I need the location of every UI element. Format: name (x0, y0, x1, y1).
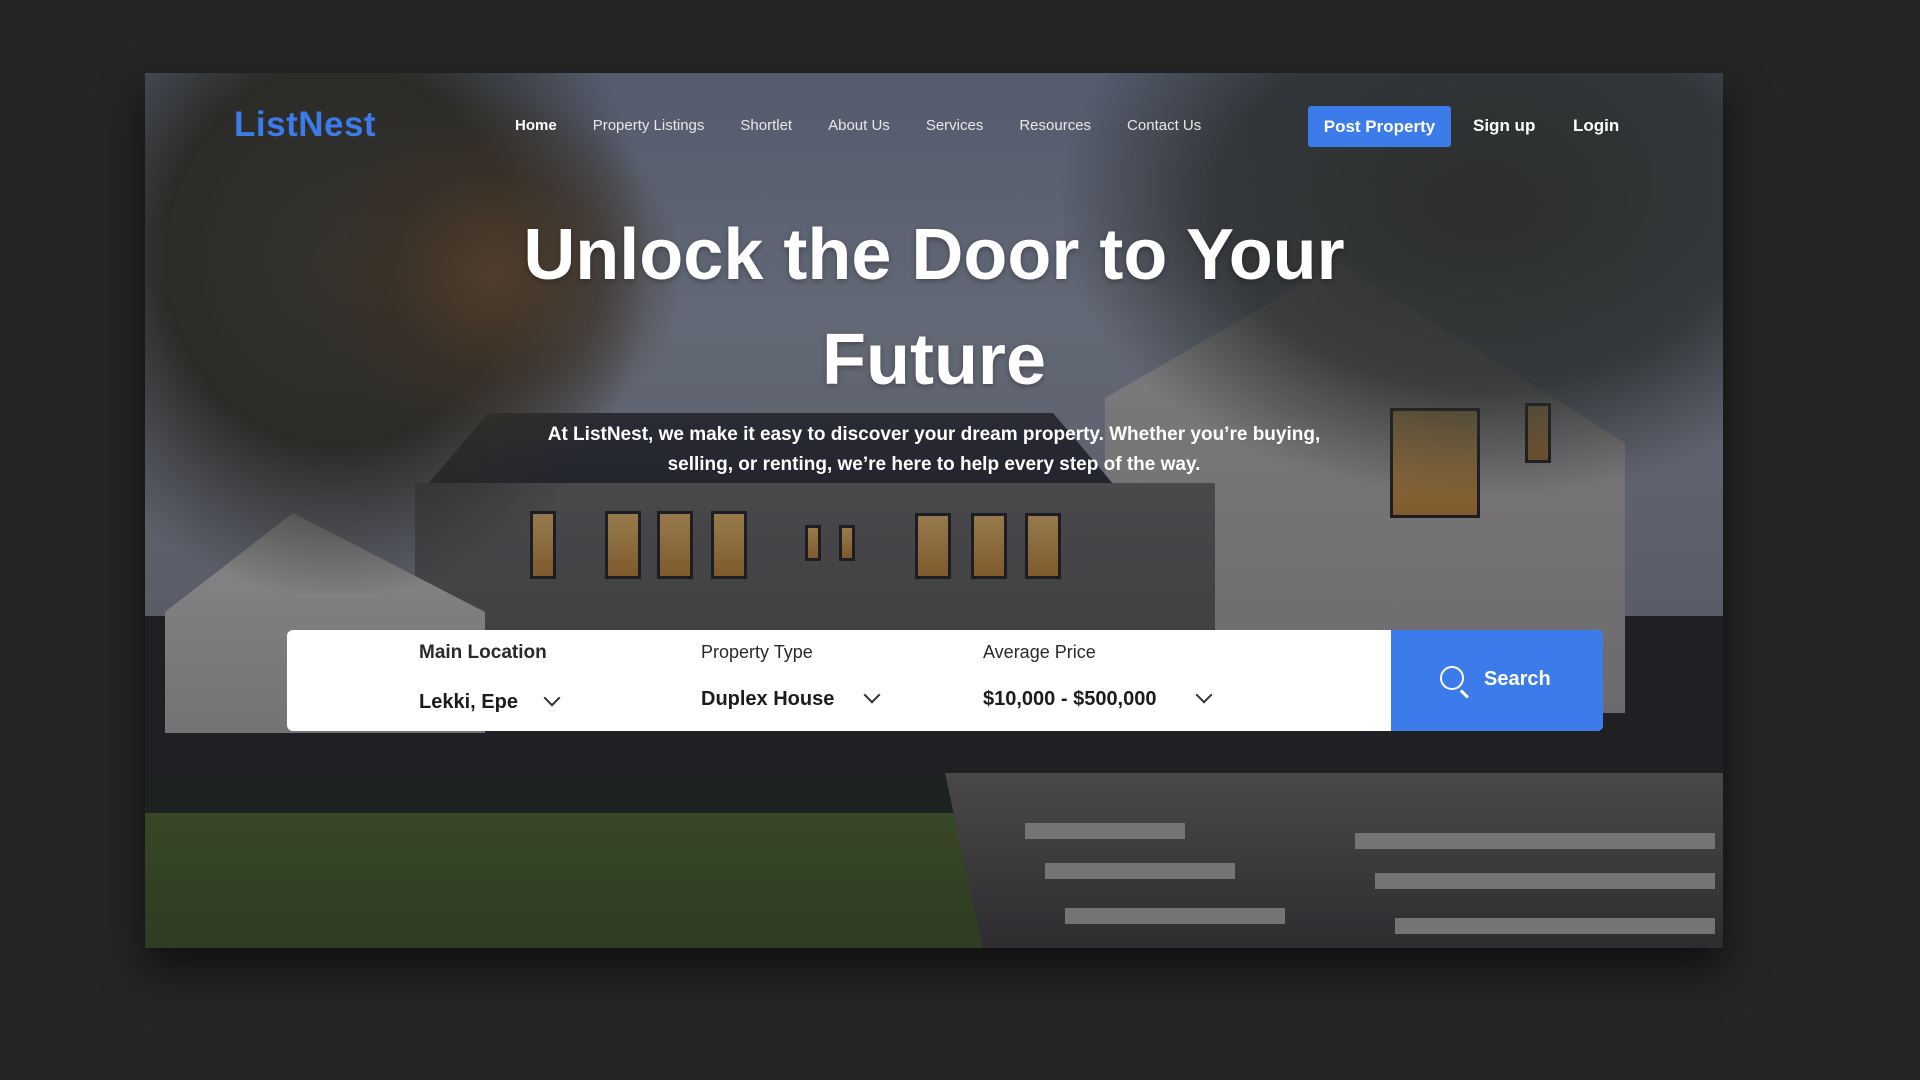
post-property-button[interactable]: Post Property (1308, 106, 1451, 147)
chevron-down-icon (1195, 686, 1213, 704)
nav-link-resources[interactable]: Resources (1019, 117, 1091, 134)
property-search-bar: Main Location Lekki, Epe Property Type D… (287, 630, 1603, 731)
chevron-down-icon (863, 686, 881, 704)
property-type-value: Duplex House (701, 688, 835, 710)
page-frame: ListNest Home Property Listings Shortlet… (145, 73, 1723, 948)
nav-link-contact-us[interactable]: Contact Us (1127, 117, 1201, 134)
nav-link-services[interactable]: Services (926, 117, 984, 134)
nav-links: Home Property Listings Shortlet About Us… (515, 117, 1237, 134)
hero-title-line-2: Future (822, 320, 1046, 400)
main-location-value: Lekki, Epe (419, 691, 518, 713)
average-price-label: Average Price (983, 642, 1096, 662)
property-type-select[interactable]: Property Type Duplex House (701, 630, 951, 731)
hero-title: Unlock the Door to Your Future (145, 203, 1723, 413)
search-button-label: Search (1484, 668, 1551, 690)
average-price-value: $10,000 - $500,000 (983, 688, 1157, 710)
main-location-label: Main Location (419, 642, 547, 663)
average-price-select[interactable]: Average Price $10,000 - $500,000 (983, 630, 1263, 731)
search-icon (1440, 666, 1464, 690)
hero-subtitle: At ListNest, we make it easy to discover… (547, 424, 1321, 475)
main-location-select[interactable]: Main Location Lekki, Epe (419, 630, 669, 731)
sign-up-link[interactable]: Sign up (1473, 116, 1535, 136)
listnest-logo[interactable]: ListNest (234, 105, 376, 145)
nav-link-property-listings[interactable]: Property Listings (593, 117, 705, 134)
top-navigation: ListNest Home Property Listings Shortlet… (145, 73, 1723, 178)
nav-link-about-us[interactable]: About Us (828, 117, 890, 134)
login-link[interactable]: Login (1573, 116, 1619, 136)
search-button[interactable]: Search (1391, 630, 1603, 731)
property-type-label: Property Type (701, 642, 813, 662)
hero-title-line-1: Unlock the Door to Your (523, 215, 1345, 295)
nav-link-home[interactable]: Home (515, 117, 557, 134)
chevron-down-icon (543, 689, 561, 707)
nav-link-shortlet[interactable]: Shortlet (740, 117, 792, 134)
